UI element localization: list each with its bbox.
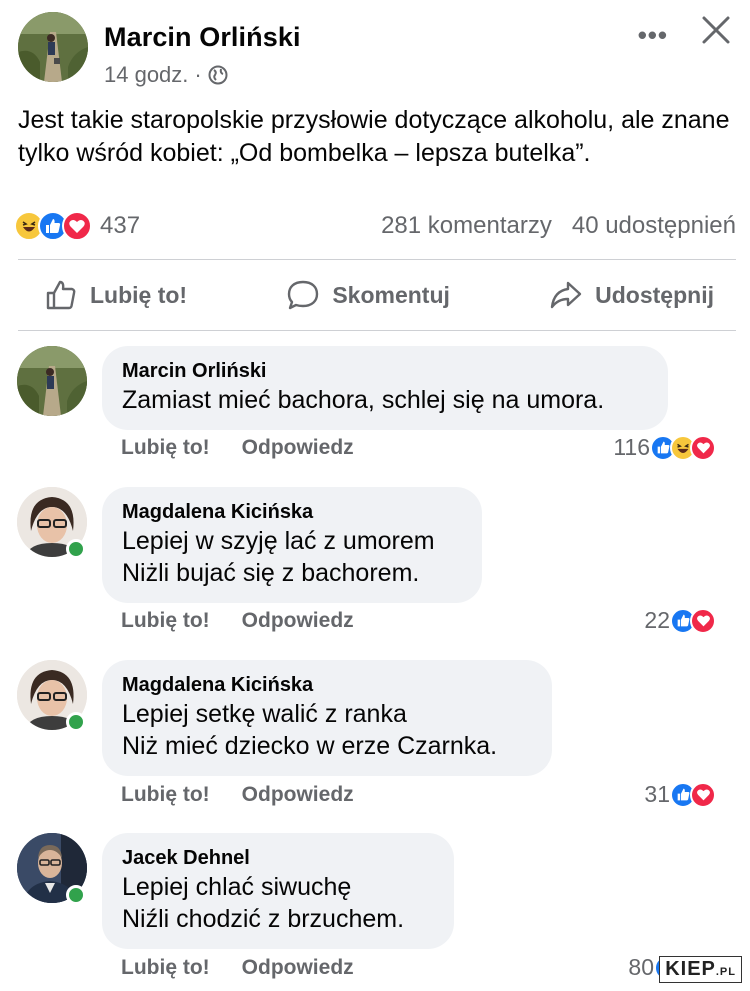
comment-text-line: Niżli bujać się z bachorem. — [122, 559, 420, 587]
like-button-label: Lubię to! — [90, 281, 188, 308]
comment-like-button[interactable]: Lubię to! — [121, 783, 210, 807]
comment-actions: Lubię to! Odpowiedz — [121, 436, 354, 460]
comment-reactions[interactable]: 22 — [644, 607, 716, 634]
comment-reactions-count: 116 — [613, 434, 650, 460]
love-reaction-icon — [690, 434, 716, 461]
more-options-button[interactable]: ••• — [638, 20, 668, 51]
post-meta: 14 godz. · — [104, 62, 228, 88]
author-avatar[interactable] — [18, 12, 88, 82]
commenter-avatar[interactable] — [17, 346, 87, 416]
comment-text-line: Lepiej w szyję lać z umorem — [122, 527, 435, 555]
comment-text-line: Lepiej setkę walić z ranka — [122, 700, 407, 728]
shares-count[interactable]: 40 udostępnień — [572, 212, 736, 240]
comment-actions: Lubię to! Odpowiedz — [121, 956, 354, 980]
comment-button[interactable]: Skomentuj — [286, 278, 450, 312]
online-status-dot — [66, 712, 86, 732]
reactions-count[interactable]: 437 — [100, 212, 140, 240]
comment-bubble: Magdalena Kicińska Lepiej w szyję lać z … — [102, 487, 482, 603]
globe-icon — [208, 65, 228, 85]
comment-reactions-count: 31 — [644, 781, 670, 807]
post-time[interactable]: 14 godz. — [104, 62, 188, 88]
watermark-suffix: .PL — [715, 966, 736, 978]
post-action-bar: Lubię to! Skomentuj Udostępnij — [18, 262, 736, 328]
comment-actions: Lubię to! Odpowiedz — [121, 783, 354, 807]
share-icon — [550, 281, 582, 309]
share-button[interactable]: Udostępnij — [549, 278, 714, 312]
comment-icon — [288, 280, 319, 310]
comment-bubble: Marcin Orliński Zamiast mieć bachora, sc… — [102, 346, 668, 430]
close-icon[interactable] — [700, 14, 732, 46]
divider-bottom — [18, 330, 736, 331]
comment-author[interactable]: Jacek Dehnel — [122, 845, 434, 871]
comment-bubble: Jacek Dehnel Lepiej chlać siwuchę Niźli … — [102, 833, 454, 949]
comment-bubble: Magdalena Kicińska Lepiej setkę walić z … — [102, 660, 552, 776]
online-status-dot — [66, 885, 86, 905]
meta-separator: · — [194, 62, 202, 87]
post-text: Jest takie staropolskie przysłowie dotyc… — [18, 106, 730, 167]
reaction-summary: 437 281 komentarzy 40 udostępnień — [14, 206, 736, 246]
comment-text-line: Niż mieć dziecko w erze Czarnka. — [122, 732, 498, 760]
comment-author[interactable]: Magdalena Kicińska — [122, 672, 532, 698]
comment-reply-button[interactable]: Odpowiedz — [242, 783, 354, 807]
love-reaction-icon — [690, 607, 716, 634]
comment-reply-button[interactable]: Odpowiedz — [242, 609, 354, 633]
comment-reply-button[interactable]: Odpowiedz — [242, 436, 354, 460]
comment-actions: Lubię to! Odpowiedz — [121, 609, 354, 633]
comment-reactions-count: 22 — [644, 607, 670, 633]
comment-author[interactable]: Marcin Orliński — [122, 358, 648, 384]
author-avatar-image — [18, 12, 88, 82]
watermark-logo: KIEP.PL — [659, 956, 742, 983]
comment-text-line: Lepiej chlać siwuchę — [122, 873, 352, 901]
comment-author[interactable]: Magdalena Kicińska — [122, 499, 462, 525]
comment-reactions[interactable]: 31 — [644, 781, 716, 808]
divider-top — [18, 259, 736, 260]
comment-reply-button[interactable]: Odpowiedz — [242, 956, 354, 980]
love-reaction-icon — [690, 781, 716, 808]
thumbs-up-icon — [46, 280, 76, 310]
comment-text-line: Niźli chodzić z brzuchem. — [122, 905, 405, 933]
comment-text-line: Zamiast mieć bachora, schlej się na umor… — [122, 386, 605, 414]
engagement-counts: 281 komentarzy 40 udostępnień — [381, 212, 736, 240]
comment-reactions-count: 80 — [628, 954, 654, 980]
comment-button-label: Skomentuj — [332, 281, 450, 308]
reaction-icons[interactable] — [14, 211, 92, 241]
like-button[interactable]: Lubię to! — [44, 278, 187, 312]
comment-like-button[interactable]: Lubię to! — [121, 609, 210, 633]
comment-reactions[interactable]: 116 — [613, 434, 716, 461]
online-status-dot — [66, 539, 86, 559]
watermark-main: KIEP — [665, 958, 716, 980]
commenter-avatar-image — [17, 346, 87, 416]
comments-count[interactable]: 281 komentarzy — [381, 212, 552, 240]
comment-like-button[interactable]: Lubię to! — [121, 436, 210, 460]
comment-like-button[interactable]: Lubię to! — [121, 956, 210, 980]
share-button-label: Udostępnij — [595, 281, 714, 308]
love-reaction-icon — [62, 211, 92, 241]
post-header: Marcin Orliński 14 godz. · ••• — [18, 12, 732, 90]
author-name[interactable]: Marcin Orliński — [104, 22, 301, 53]
